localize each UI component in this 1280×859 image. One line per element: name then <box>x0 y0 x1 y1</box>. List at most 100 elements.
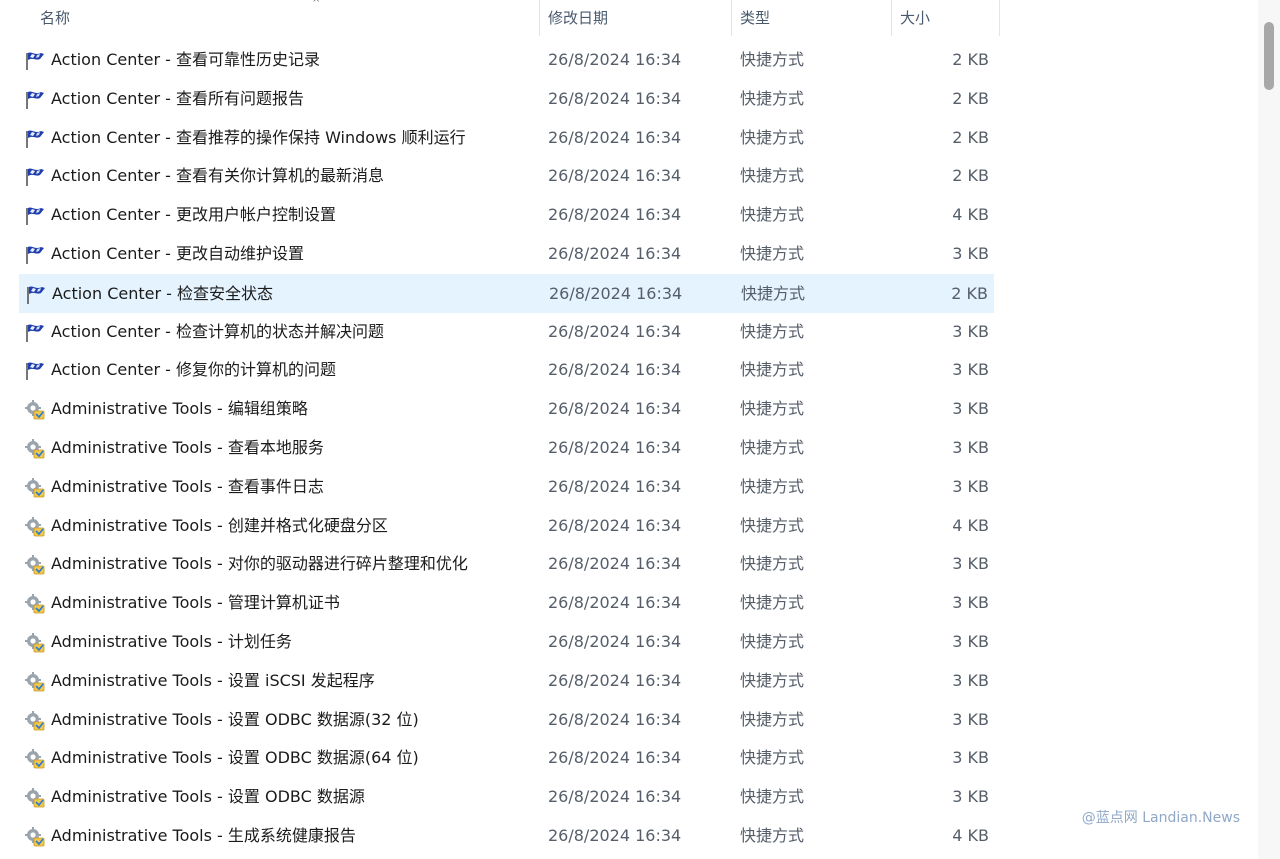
file-type: 快捷方式 <box>740 437 805 457</box>
file-size: 3 KB <box>952 437 989 457</box>
file-row[interactable]: Action Center - 查看推荐的操作保持 Windows 顺利运行 26… <box>19 119 994 158</box>
file-size: 3 KB <box>952 399 989 419</box>
file-row[interactable]: Action Center - 更改自动维护设置 26/8/2024 16:34 快… <box>19 235 994 274</box>
vertical-scrollbar[interactable] <box>1258 0 1280 859</box>
file-modified-date: 26/8/2024 16:34 <box>548 709 682 729</box>
file-row[interactable]: Action Center - 修复你的计算机的问题 26/8/2024 16:3… <box>19 351 994 390</box>
file-row[interactable]: Administrative Tools - 生成系统健康报告 26/8/2024… <box>19 817 994 856</box>
file-size: 3 KB <box>952 360 989 380</box>
file-row[interactable]: Administrative Tools - 对你的驱动器进行碎片整理和优化 26… <box>19 545 994 584</box>
file-name: Administrative Tools - 设置 iSCSI 发起程序 <box>51 670 375 690</box>
admin-tools-icon <box>24 787 46 809</box>
file-modified-date: 26/8/2024 16:34 <box>548 593 682 613</box>
file-modified-date: 26/8/2024 16:34 <box>548 88 682 108</box>
file-size: 2 KB <box>952 127 989 147</box>
file-row[interactable]: Administrative Tools - 设置 ODBC 数据源 26/8/2… <box>19 778 994 817</box>
admin-tools-icon <box>24 593 46 615</box>
file-modified-date: 26/8/2024 16:34 <box>548 825 682 845</box>
file-name: Administrative Tools - 对你的驱动器进行碎片整理和优化 <box>51 554 468 574</box>
column-header-date-label: 修改日期 <box>548 9 609 27</box>
file-name: Action Center - 更改自动维护设置 <box>51 243 304 263</box>
file-name: Action Center - 查看所有问题报告 <box>51 88 304 108</box>
file-size: 3 KB <box>952 787 989 807</box>
file-row[interactable]: Administrative Tools - 管理计算机证书 26/8/2024 … <box>19 584 994 623</box>
file-size: 4 KB <box>952 205 989 225</box>
flag-icon <box>24 244 46 266</box>
column-header-size[interactable]: 大小 <box>892 0 1000 36</box>
file-name: Action Center - 查看推荐的操作保持 Windows 顺利运行 <box>51 127 466 147</box>
file-type: 快捷方式 <box>740 88 805 108</box>
file-size: 2 KB <box>952 88 989 108</box>
file-row[interactable]: Administrative Tools - 编辑组策略 26/8/2024 16… <box>19 390 994 429</box>
file-size: 3 KB <box>952 476 989 496</box>
admin-tools-icon <box>24 632 46 654</box>
file-type: 快捷方式 <box>740 709 805 729</box>
file-name: Action Center - 查看可靠性历史记录 <box>51 50 320 69</box>
file-modified-date: 26/8/2024 16:34 <box>548 748 682 768</box>
file-type: 快捷方式 <box>740 670 805 690</box>
admin-tools-icon <box>24 710 46 732</box>
admin-tools-icon <box>24 438 46 460</box>
admin-tools-icon <box>24 671 46 693</box>
file-row[interactable]: Action Center - 检查计算机的状态并解决问题 26/8/2024 1… <box>19 313 994 352</box>
column-header-type[interactable]: 类型 <box>732 0 892 36</box>
file-modified-date: 26/8/2024 16:34 <box>548 166 682 186</box>
file-name: Action Center - 修复你的计算机的问题 <box>51 360 336 380</box>
file-size: 4 KB <box>952 825 989 845</box>
file-row[interactable]: Administrative Tools - 设置 iSCSI 发起程序 26/8… <box>19 662 994 701</box>
file-modified-date: 26/8/2024 16:34 <box>548 360 682 380</box>
admin-tools-icon <box>24 554 46 576</box>
file-row[interactable]: Action Center - 查看有关你计算机的最新消息 26/8/2024 1… <box>19 157 994 196</box>
file-modified-date: 26/8/2024 16:34 <box>548 321 682 341</box>
column-header-row: 名称 ^ 修改日期 类型 大小 <box>0 0 1000 36</box>
file-type: 快捷方式 <box>740 554 805 574</box>
file-modified-date: 26/8/2024 16:34 <box>548 205 682 225</box>
file-name: Administrative Tools - 创建并格式化硬盘分区 <box>51 515 388 535</box>
file-size: 2 KB <box>952 50 989 69</box>
file-row[interactable]: Administrative Tools - 设置 ODBC 数据源(32 位)… <box>19 701 994 740</box>
file-type: 快捷方式 <box>740 205 805 225</box>
file-list: Action Center - 查看可靠性历史记录 26/8/2024 16:34… <box>0 41 1000 856</box>
file-explorer-list-view: 名称 ^ 修改日期 类型 大小 Action Center - 查看可靠性历史记… <box>0 0 1280 859</box>
file-row[interactable]: Action Center - 检查安全状态 26/8/2024 16:34 快捷方… <box>19 273 994 313</box>
column-header-date[interactable]: 修改日期 <box>540 0 732 36</box>
file-type: 快捷方式 <box>740 748 805 768</box>
file-name: Action Center - 更改用户帐户控制设置 <box>51 205 336 225</box>
watermark: @蓝点网 Landian.News <box>1081 810 1240 826</box>
admin-tools-icon <box>24 477 46 499</box>
file-modified-date: 26/8/2024 16:34 <box>548 399 682 419</box>
admin-tools-icon <box>24 516 46 538</box>
file-type: 快捷方式 <box>740 825 805 845</box>
file-type: 快捷方式 <box>740 166 805 186</box>
file-name: Administrative Tools - 计划任务 <box>51 631 292 651</box>
file-modified-date: 26/8/2024 16:34 <box>548 243 682 263</box>
file-modified-date: 26/8/2024 16:34 <box>548 476 682 496</box>
file-size: 2 KB <box>952 166 989 186</box>
file-row[interactable]: Administrative Tools - 创建并格式化硬盘分区 26/8/20… <box>19 507 994 546</box>
file-name: Administrative Tools - 生成系统健康报告 <box>51 825 356 845</box>
file-type: 快捷方式 <box>740 127 805 147</box>
file-modified-date: 26/8/2024 16:34 <box>548 631 682 651</box>
file-modified-date: 26/8/2024 16:34 <box>548 554 682 574</box>
admin-tools-icon <box>24 748 46 770</box>
file-row[interactable]: Action Center - 更改用户帐户控制设置 26/8/2024 16:3… <box>19 196 994 235</box>
file-row[interactable]: Action Center - 查看所有问题报告 26/8/2024 16:34 快… <box>19 80 994 119</box>
flag-icon <box>24 322 46 344</box>
file-row[interactable]: Administrative Tools - 计划任务 26/8/2024 16:… <box>19 623 994 662</box>
file-row[interactable]: Administrative Tools - 查看本地服务 26/8/2024 1… <box>19 429 994 468</box>
file-row[interactable]: Administrative Tools - 查看事件日志 26/8/2024 1… <box>19 468 994 507</box>
file-size: 2 KB <box>951 283 988 303</box>
file-row[interactable]: Administrative Tools - 设置 ODBC 数据源(64 位)… <box>19 739 994 778</box>
file-size: 3 KB <box>952 243 989 263</box>
file-type: 快捷方式 <box>740 631 805 651</box>
admin-tools-icon <box>24 399 46 421</box>
scrollbar-thumb[interactable] <box>1264 22 1274 90</box>
column-header-name[interactable]: 名称 ^ <box>32 0 540 36</box>
file-name: Action Center - 查看有关你计算机的最新消息 <box>51 166 384 186</box>
file-size: 3 KB <box>952 670 989 690</box>
column-header-type-label: 类型 <box>740 9 771 27</box>
flag-icon <box>24 50 46 72</box>
file-row[interactable]: Action Center - 查看可靠性历史记录 26/8/2024 16:34… <box>19 41 994 80</box>
flag-icon <box>24 128 46 150</box>
flag-icon <box>25 284 47 306</box>
